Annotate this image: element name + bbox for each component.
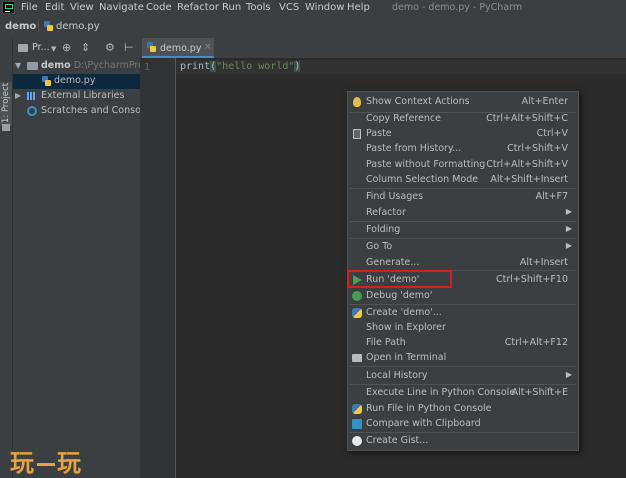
submenu-arrow-icon: ▶ <box>565 224 572 233</box>
folder-icon <box>2 124 10 131</box>
debug-icon <box>352 291 362 301</box>
context-menu: Show Context Actions Alt+Enter Copy Refe… <box>347 91 579 451</box>
breadcrumb-file[interactable]: demo.py <box>56 21 100 32</box>
python-icon <box>352 404 362 414</box>
menu-item-open-in-terminal[interactable]: Open in Terminal <box>348 350 578 366</box>
project-tool-label: 1: Project <box>1 82 11 124</box>
menu-item-paste-from-history[interactable]: Paste from History... Ctrl+Shift+V <box>348 141 578 157</box>
tree-item-external-libraries[interactable]: ▶ External Libraries <box>13 89 140 104</box>
menu-item-compare-with-clipboard[interactable]: Compare with Clipboard <box>348 416 578 432</box>
project-root-name: demo <box>41 60 71 71</box>
compare-icon <box>352 419 362 429</box>
menu-item-find-usages[interactable]: Find Usages Alt+F7 <box>348 189 578 205</box>
dropdown-icon[interactable]: ▼ <box>51 45 56 53</box>
close-icon[interactable]: × <box>204 42 212 52</box>
menu-navigate[interactable]: Navigate <box>99 2 144 13</box>
menu-item-create-gist[interactable]: Create Gist... <box>348 433 578 449</box>
menu-view[interactable]: View <box>70 2 94 13</box>
menu-tools[interactable]: Tools <box>246 2 271 13</box>
breadcrumb-root[interactable]: demo <box>5 21 36 32</box>
project-panel: ▼ demo D:\PycharmProje demo.py ▶ Externa… <box>13 58 140 478</box>
code-line[interactable]: print("hello world") <box>180 61 301 72</box>
menu-item-execute-line-in-console[interactable]: Execute Line in Python Console Alt+Shift… <box>348 385 578 401</box>
menu-refactor[interactable]: Refactor <box>177 2 219 13</box>
github-icon <box>352 436 362 446</box>
submenu-arrow-icon: ▶ <box>565 207 572 216</box>
tree-item-label: External Libraries <box>41 90 125 101</box>
collapse-all-icon[interactable]: ⇕ <box>81 41 90 54</box>
menu-item-folding[interactable]: Folding ▶ <box>348 222 578 238</box>
bulb-icon <box>353 97 361 107</box>
library-icon <box>27 92 38 100</box>
python-file-icon <box>44 21 53 31</box>
submenu-arrow-icon: ▶ <box>565 370 572 379</box>
tree-item-demo-py[interactable]: demo.py <box>13 74 140 89</box>
menu-item-copy-reference[interactable]: Copy Reference Ctrl+Alt+Shift+C <box>348 111 578 127</box>
submenu-arrow-icon: ▶ <box>565 241 572 250</box>
pycharm-logo-icon <box>2 1 15 14</box>
watermark-logo: 玩玩 <box>10 449 82 477</box>
hide-icon[interactable]: ⊢ <box>124 41 134 54</box>
collapsed-arrow-icon[interactable]: ▶ <box>15 91 21 100</box>
menu-item-debug-demo[interactable]: Debug 'demo' <box>348 288 578 304</box>
editor-gutter: 1 <box>140 58 176 478</box>
menu-run[interactable]: Run <box>222 2 241 13</box>
project-root-path: D:\PycharmProje <box>73 60 140 71</box>
tool-window-strip: 1: Project <box>0 38 13 478</box>
clipboard-icon <box>353 129 361 139</box>
menu-separator <box>350 366 576 367</box>
scratches-icon <box>27 106 37 116</box>
line-number: 1 <box>144 62 151 73</box>
menu-item-show-context-actions[interactable]: Show Context Actions Alt+Enter <box>348 94 578 110</box>
menu-item-go-to[interactable]: Go To ▶ <box>348 239 578 255</box>
menu-item-run-demo[interactable]: Run 'demo' Ctrl+Shift+F10 <box>347 270 578 288</box>
locate-icon[interactable]: ⊕ <box>62 41 71 54</box>
menu-item-show-in-explorer[interactable]: Show in Explorer <box>348 320 578 336</box>
navigation-bar: demo demo.py <box>0 16 626 39</box>
menu-window[interactable]: Window <box>305 2 344 13</box>
terminal-icon <box>352 354 362 362</box>
tab-demo-py[interactable]: demo.py × <box>142 38 214 58</box>
project-view-selector[interactable]: Pr... <box>32 42 50 53</box>
menu-bar: File Edit View Navigate Code Refactor Ru… <box>0 0 626 16</box>
project-tool-button[interactable]: 1: Project <box>0 82 12 126</box>
menu-item-generate[interactable]: Generate... Alt+Insert <box>348 255 578 271</box>
python-file-icon <box>42 76 51 86</box>
tree-item-label: demo.py <box>54 75 96 86</box>
tree-item-demo[interactable]: ▼ demo D:\PycharmProje <box>13 59 140 74</box>
tree-item-label: Scratches and Consoles <box>41 105 140 116</box>
menu-edit[interactable]: Edit <box>45 2 64 13</box>
editor-tab-bar: demo.py × <box>140 38 626 59</box>
menu-file[interactable]: File <box>21 2 38 13</box>
tab-label: demo.py <box>160 43 202 54</box>
menu-help[interactable]: Help <box>347 2 370 13</box>
expanded-arrow-icon[interactable]: ▼ <box>15 61 21 70</box>
window-title: demo - demo.py - PyCharm <box>392 2 523 13</box>
gear-icon[interactable]: ⚙ <box>105 41 115 54</box>
menu-item-file-path[interactable]: File Path Ctrl+Alt+F12 <box>348 335 578 351</box>
menu-item-paste[interactable]: Paste Ctrl+V <box>348 126 578 142</box>
menu-item-run-file-in-console[interactable]: Run File in Python Console <box>348 401 578 417</box>
project-panel-header: Pr... ▼ ⊕ ⇕ ⚙ ⊢ <box>13 38 140 59</box>
menu-item-create-demo[interactable]: Create 'demo'... <box>348 305 578 321</box>
menu-item-refactor[interactable]: Refactor ▶ <box>348 205 578 221</box>
menu-item-local-history[interactable]: Local History ▶ <box>348 368 578 384</box>
run-icon <box>353 275 362 285</box>
menu-code[interactable]: Code <box>146 2 172 13</box>
breadcrumb-separator <box>38 21 39 32</box>
tree-item-scratches[interactable]: Scratches and Consoles <box>13 104 140 119</box>
python-icon <box>352 308 362 318</box>
menu-item-paste-without-formatting[interactable]: Paste without Formatting Ctrl+Alt+Shift+… <box>348 157 578 173</box>
python-file-icon <box>147 42 156 52</box>
folder-icon <box>27 62 38 70</box>
menu-item-column-selection-mode[interactable]: Column Selection Mode Alt+Shift+Insert <box>348 172 578 188</box>
folder-icon <box>18 44 28 52</box>
menu-vcs[interactable]: VCS <box>279 2 299 13</box>
